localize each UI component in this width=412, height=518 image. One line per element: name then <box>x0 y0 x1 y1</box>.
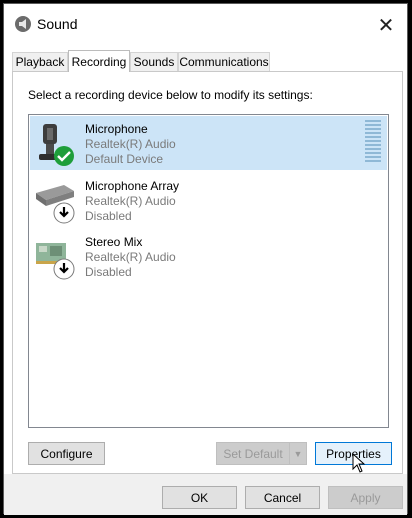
sound-card-icon <box>36 243 75 280</box>
apply-button[interactable]: Apply <box>328 486 403 509</box>
device-name: Microphone <box>85 122 148 136</box>
device-driver: Realtek(R) Audio <box>85 137 176 151</box>
dialog-footer: OK Cancel Apply <box>4 474 407 515</box>
device-name: Stereo Mix <box>85 235 143 249</box>
tab-sounds[interactable]: Sounds <box>130 52 178 71</box>
cancel-button[interactable]: Cancel <box>245 486 320 509</box>
default-check-icon <box>54 146 74 166</box>
close-button[interactable]: ✕ <box>373 12 399 38</box>
disabled-arrow-icon <box>53 202 75 224</box>
tab-playback[interactable]: Playback <box>12 52 68 71</box>
device-driver: Realtek(R) Audio <box>85 194 176 208</box>
device-status: Default Device <box>85 152 164 166</box>
set-default-dropdown[interactable]: ▼ <box>289 442 307 465</box>
sound-dialog: Sound ✕ Playback Recording Sounds Commun… <box>3 3 408 515</box>
tab-communications[interactable]: Communications <box>178 52 270 71</box>
recording-panel: Select a recording device below to modif… <box>12 71 403 474</box>
level-meter <box>365 120 381 164</box>
device-status: Disabled <box>85 265 132 279</box>
disabled-arrow-icon <box>53 258 75 280</box>
device-microphone-array[interactable]: Microphone Array Realtek(R) Audio Disabl… <box>30 173 387 227</box>
microphone-icon <box>39 124 74 166</box>
title-bar[interactable]: Sound ✕ <box>4 4 407 44</box>
ok-button[interactable]: OK <box>162 486 237 509</box>
device-stereo-mix[interactable]: Stereo Mix Realtek(R) Audio Disabled <box>30 229 387 283</box>
mouse-cursor-icon <box>352 453 366 473</box>
configure-button[interactable]: Configure <box>28 442 105 465</box>
speaker-icon <box>15 16 31 32</box>
device-driver: Realtek(R) Audio <box>85 250 176 264</box>
window-title: Sound <box>37 16 78 32</box>
tab-recording[interactable]: Recording <box>68 50 130 72</box>
instruction-text: Select a recording device below to modif… <box>28 88 313 102</box>
device-status: Disabled <box>85 209 132 223</box>
close-icon: ✕ <box>377 14 395 37</box>
device-microphone[interactable]: Microphone Realtek(R) Audio Default Devi… <box>30 116 387 170</box>
device-name: Microphone Array <box>85 179 180 193</box>
set-default-button[interactable]: Set Default <box>216 442 290 465</box>
microphone-array-icon <box>36 185 75 224</box>
chevron-down-icon: ▼ <box>293 448 303 459</box>
device-list[interactable]: Microphone Realtek(R) Audio Default Devi… <box>28 114 389 428</box>
